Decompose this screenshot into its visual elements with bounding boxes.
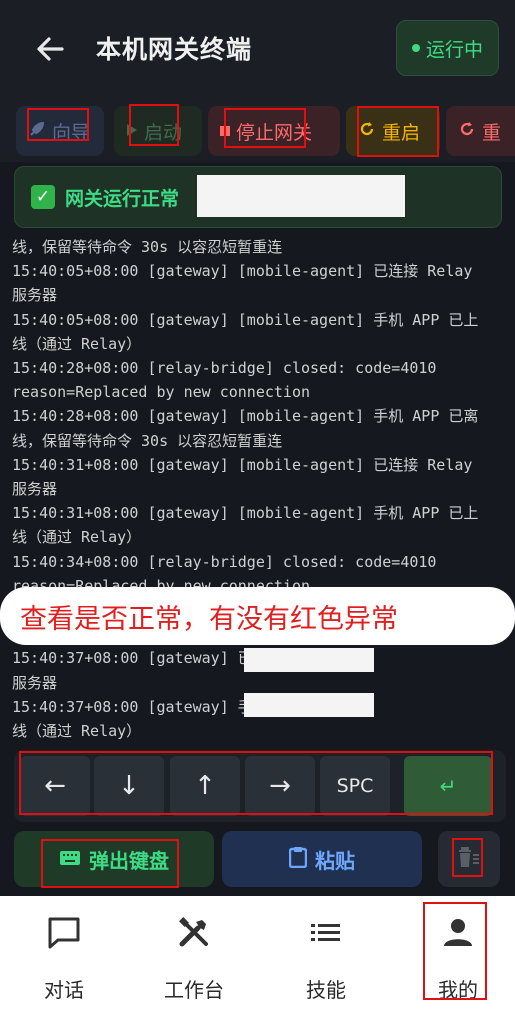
start-button[interactable]: 启动: [114, 106, 202, 156]
person-icon: [440, 916, 476, 954]
log-line: 线（通过 Relay）: [12, 722, 142, 741]
log-line: 线（通过 Relay）: [12, 528, 142, 547]
status-dot-icon: [411, 44, 420, 52]
nav-item-chat[interactable]: 对话: [14, 916, 114, 1016]
nav-mine-label: 我的: [438, 978, 478, 1002]
log-line: 线（通过 Relay）: [12, 334, 142, 353]
guide-button[interactable]: 向导: [16, 106, 104, 156]
key-right-arrow[interactable]: →: [245, 756, 315, 816]
trash-icon: [458, 845, 480, 873]
log-line: 15:40:05+08:00 [gateway] [mobile-agent] …: [12, 262, 473, 281]
bottom-navigation: 对话 工作台 技能 我的: [0, 896, 515, 1024]
show-keyboard-button[interactable]: 弹出键盘: [14, 831, 214, 887]
nav-skills-label: 技能: [306, 978, 346, 1002]
redaction-block: [197, 175, 405, 217]
log-line: 服务器: [12, 286, 58, 305]
running-status-badge: 运行中: [396, 20, 499, 76]
key-down-arrow[interactable]: ↓: [94, 756, 164, 816]
stop-icon: [220, 126, 230, 136]
log-line: reason=Replaced by new connection: [12, 383, 311, 402]
refresh-icon: [458, 120, 476, 143]
hard-restart-button[interactable]: 重: [446, 106, 515, 156]
hard-restart-label: 重: [482, 121, 502, 144]
key-up-arrow[interactable]: ↑: [170, 756, 240, 816]
check-icon: ✓: [31, 185, 55, 209]
gateway-toolbar: 向导 启动 停止网关 重启 重: [0, 100, 515, 162]
guide-label: 向导: [52, 121, 91, 144]
log-line: 15:40:31+08:00 [gateway] [mobile-agent] …: [12, 504, 479, 523]
app-header: 本机网关终端 运行中: [0, 0, 515, 100]
start-label: 启动: [144, 121, 183, 144]
log-line: 线，保留等待命令 30s 以容忍短暂重连: [12, 238, 283, 256]
clipboard-icon: [288, 846, 308, 873]
log-line: 服务器: [12, 673, 58, 692]
log-line: 15:40:28+08:00 [relay-bridge] closed: co…: [12, 359, 437, 378]
stop-gateway-button[interactable]: 停止网关: [208, 106, 340, 156]
redaction-block: [244, 648, 374, 672]
page-title: 本机网关终端: [96, 35, 253, 64]
terminal-key-row: ← ↓ ↑ → SPC ↵: [14, 750, 506, 822]
key-enter[interactable]: ↵: [404, 756, 492, 816]
paste-label: 粘贴: [315, 848, 355, 873]
key-left-arrow[interactable]: ←: [20, 756, 90, 816]
chat-bubble-icon: [46, 916, 82, 954]
restart-button[interactable]: 重启: [346, 106, 440, 156]
redaction-block: [244, 693, 374, 717]
log-line: 15:40:34+08:00 [relay-bridge] closed: co…: [12, 552, 437, 571]
key-space[interactable]: SPC: [320, 756, 390, 816]
restart-label: 重启: [382, 121, 421, 144]
tools-icon: [176, 916, 212, 954]
refresh-icon: [358, 120, 376, 143]
gateway-status-banner: ✓ 网关运行正常: [14, 166, 502, 228]
back-arrow-icon[interactable]: [30, 28, 72, 70]
keyboard-icon: [59, 847, 81, 871]
status-label: 运行中: [425, 38, 483, 61]
rocket-icon: [28, 120, 46, 143]
nav-item-mine[interactable]: 我的: [408, 916, 508, 1016]
log-line: 15:40:05+08:00 [gateway] [mobile-agent] …: [12, 310, 479, 329]
play-icon: [126, 120, 138, 142]
nav-item-workbench[interactable]: 工作台: [144, 916, 244, 1016]
list-icon: [308, 916, 344, 954]
log-line: 15:40:28+08:00 [gateway] [mobile-agent] …: [12, 407, 479, 426]
show-keyboard-label: 弹出键盘: [89, 848, 169, 873]
nav-chat-label: 对话: [44, 978, 84, 1002]
gateway-status-text: 网关运行正常: [65, 187, 180, 210]
annotation-note: 查看是否正常，有没有红色异常: [0, 587, 515, 645]
clear-log-button[interactable]: [438, 831, 500, 887]
stop-label: 停止网关: [236, 121, 313, 144]
log-line: 线，保留等待命令 30s 以容忍短暂重连: [12, 431, 283, 450]
nav-workbench-label: 工作台: [164, 978, 224, 1002]
log-line: 15:40:31+08:00 [gateway] [mobile-agent] …: [12, 455, 473, 474]
paste-button[interactable]: 粘贴: [222, 831, 422, 887]
nav-item-skills[interactable]: 技能: [276, 916, 376, 1016]
log-line: 服务器: [12, 480, 58, 499]
